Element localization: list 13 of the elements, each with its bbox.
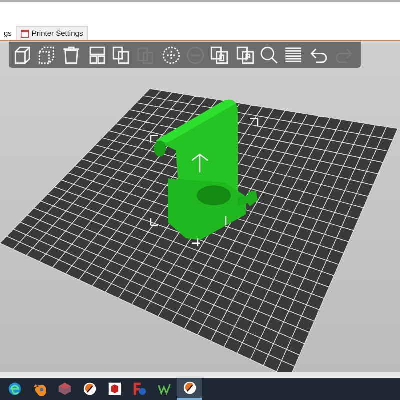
edge-icon [8, 382, 22, 396]
trash-icon[interactable] [61, 44, 82, 66]
gem-icon [58, 382, 72, 396]
arrange-icon[interactable] [87, 44, 108, 66]
split-objects-icon[interactable] [209, 44, 230, 66]
cad-icon [132, 382, 146, 396]
search-icon[interactable] [259, 44, 280, 66]
slicer-icon [182, 381, 196, 395]
copy-icon[interactable] [111, 44, 132, 66]
taskbar-button[interactable] [177, 378, 202, 400]
slicer-icon [82, 382, 96, 396]
blender-icon [32, 382, 46, 396]
split-parts-icon[interactable] [235, 44, 256, 66]
